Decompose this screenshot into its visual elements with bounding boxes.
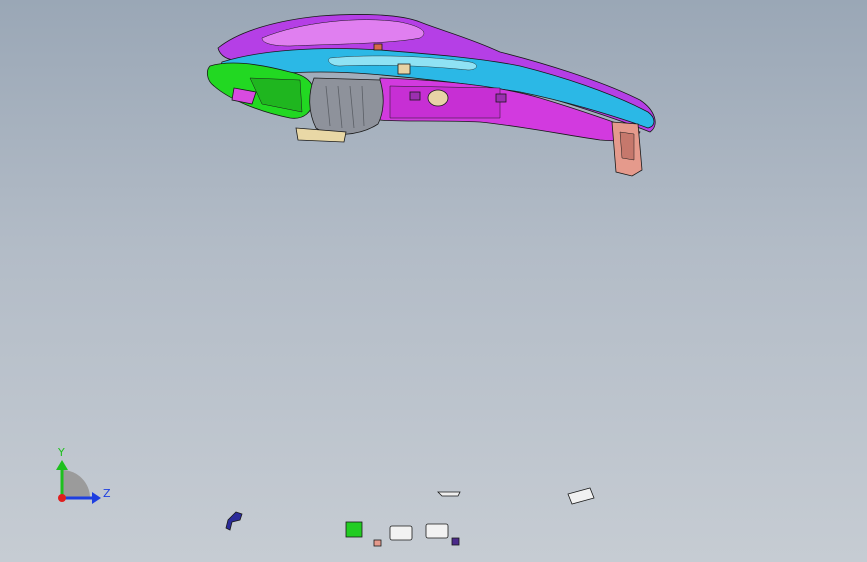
tan-screw xyxy=(397,63,411,75)
clip-part[interactable] xyxy=(567,487,595,505)
red-screw xyxy=(373,43,383,51)
slot-1 xyxy=(409,91,421,101)
y-axis-arrow xyxy=(56,460,68,470)
cad-viewport[interactable]: Y Z xyxy=(0,0,867,562)
green-plate-part[interactable] xyxy=(345,521,363,538)
gray-housing[interactable] xyxy=(309,77,384,135)
slot-2 xyxy=(495,93,507,103)
z-axis-arrow xyxy=(92,492,101,504)
coordinate-triad: Y Z xyxy=(56,446,111,504)
small-bracket-part[interactable] xyxy=(225,511,243,531)
salmon-bracket-detail xyxy=(619,131,635,161)
z-axis-label: Z xyxy=(103,487,111,500)
lock-cylinder xyxy=(427,89,449,107)
nut-part[interactable] xyxy=(373,539,382,547)
loose-parts xyxy=(225,487,595,547)
connector-part-1[interactable] xyxy=(389,525,413,541)
model-scene[interactable]: Y Z xyxy=(0,0,867,562)
triad-quadrant xyxy=(62,470,90,498)
flat-strip-part[interactable] xyxy=(437,491,461,497)
door-handle-assembly[interactable] xyxy=(206,14,656,177)
y-axis-label: Y xyxy=(57,446,65,459)
connector-part-2[interactable] xyxy=(425,523,449,539)
x-axis-dot xyxy=(58,494,66,502)
cap-part[interactable] xyxy=(451,537,460,546)
